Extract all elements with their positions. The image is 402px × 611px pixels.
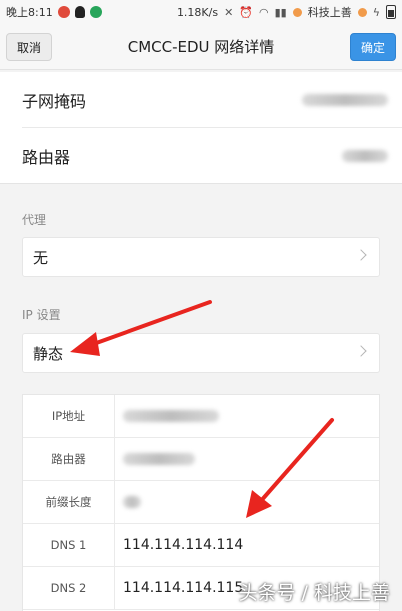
subnet-mask-label: 子网掩码	[22, 92, 87, 111]
router-row: 路由器	[0, 128, 402, 184]
subnet-mask-value-blurred	[302, 94, 388, 106]
charging-icon: ϟ	[372, 5, 380, 19]
status-time: 晚上8:11	[6, 6, 53, 19]
router-value-blurred	[342, 150, 388, 162]
gateway-label: 路由器	[23, 438, 115, 480]
notification-icon	[57, 6, 70, 18]
ip-settings-section-label: IP 设置	[22, 308, 61, 322]
gateway-value-blurred	[123, 453, 195, 465]
router-label: 路由器	[22, 148, 71, 167]
proxy-select[interactable]: 无	[22, 237, 380, 277]
ip-address-field[interactable]	[115, 395, 379, 437]
qq-icon	[74, 6, 85, 18]
dns1-label: DNS 1	[23, 524, 115, 566]
subnet-mask-row: 子网掩码	[0, 72, 402, 128]
network-info-card: 子网掩码 路由器	[0, 72, 402, 184]
chevron-right-icon	[355, 345, 367, 357]
prefix-length-value-blurred	[123, 496, 141, 508]
battery-icon	[386, 5, 396, 19]
dns2-label: DNS 2	[23, 567, 115, 609]
confirm-button[interactable]: 确定	[350, 33, 396, 61]
ip-settings-value: 静态	[33, 344, 64, 363]
alarm-icon: ⏰	[239, 5, 254, 19]
brand-logo-icon	[292, 7, 302, 17]
table-row: DNS 1 114.114.114.114	[23, 524, 379, 567]
status-bar: 晚上8:11 1.18K/s ✕ ⏰ ◠ ▮▮ 科技上善 ϟ	[0, 0, 402, 24]
status-brand: 科技上善	[307, 6, 352, 19]
network-speed: 1.18K/s	[176, 5, 219, 19]
cancel-button[interactable]: 取消	[6, 33, 52, 61]
signal-icon: ▮▮	[274, 5, 287, 19]
brand-logo-icon-right	[357, 7, 367, 17]
dns1-field[interactable]: 114.114.114.114	[115, 524, 379, 566]
gateway-field[interactable]	[115, 438, 379, 480]
proxy-value: 无	[33, 248, 49, 267]
proxy-section-label: 代理	[22, 213, 47, 227]
ip-address-value-blurred	[123, 410, 219, 422]
ip-address-label: IP地址	[23, 395, 115, 437]
table-row: 路由器	[23, 438, 379, 481]
watermark: 头条号 / 科技上善	[238, 582, 390, 604]
chevron-right-icon	[355, 249, 367, 261]
wifi-icon: ◠	[259, 5, 269, 19]
table-row: 前缀长度	[23, 481, 379, 524]
location-icon	[89, 6, 102, 18]
table-row: IP地址	[23, 395, 379, 438]
nav-bar: CMCC-EDU 网络详情 取消 确定	[0, 24, 402, 70]
page-title: CMCC-EDU 网络详情	[127, 38, 275, 56]
prefix-length-field[interactable]	[115, 481, 379, 523]
prefix-length-label: 前缀长度	[23, 481, 115, 523]
mute-icon: ✕	[224, 5, 234, 19]
ip-settings-select[interactable]: 静态	[22, 333, 380, 373]
